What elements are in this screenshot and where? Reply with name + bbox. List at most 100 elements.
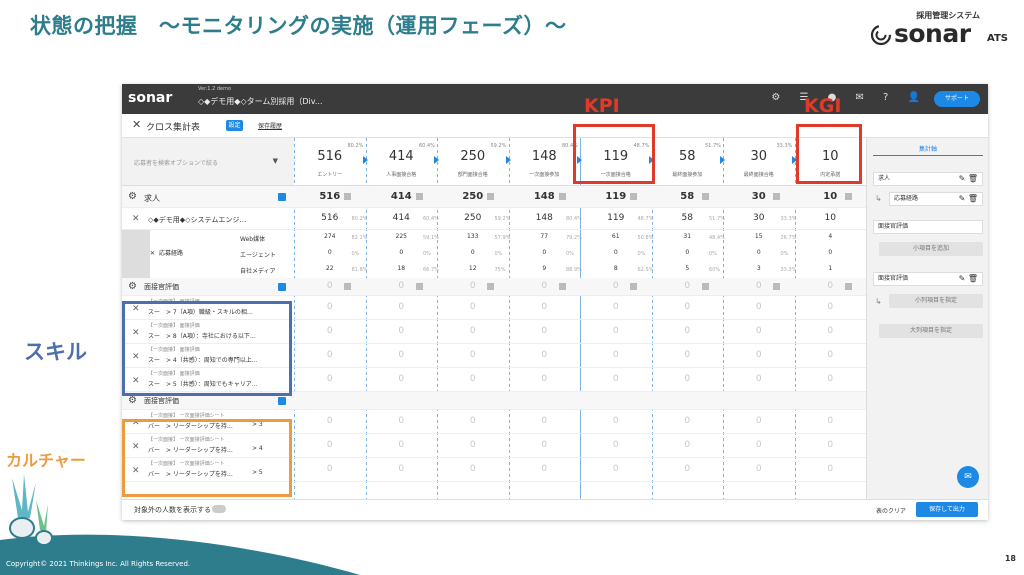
- stage-count[interactable]: 58: [652, 149, 724, 164]
- table-cell[interactable]: 0: [652, 440, 724, 450]
- cell-menu-icon[interactable]: [701, 283, 709, 290]
- table-cell[interactable]: 0: [723, 326, 795, 336]
- table-cell[interactable]: 0: [723, 350, 795, 360]
- table-cell[interactable]: 0: [366, 326, 438, 336]
- section-toggle-icon[interactable]: [278, 193, 286, 201]
- table-cell[interactable]: 516: [294, 191, 366, 202]
- table-cell[interactable]: 10: [795, 213, 867, 223]
- table-cell[interactable]: 0: [795, 350, 867, 360]
- section-toggle-icon[interactable]: [278, 397, 286, 405]
- table-cell[interactable]: 0: [294, 350, 366, 360]
- job-name[interactable]: ◇◆デモ用◆◇システムエンジ…: [148, 215, 246, 225]
- table-cell[interactable]: 0: [509, 350, 581, 360]
- support-button[interactable]: サポート: [934, 91, 980, 107]
- edit-delete-icon[interactable]: ✎ 🗑: [959, 173, 978, 185]
- table-cell[interactable]: 0: [580, 281, 652, 291]
- table-cell[interactable]: 0: [652, 350, 724, 360]
- table-cell[interactable]: 0: [437, 416, 509, 426]
- cell-menu-icon[interactable]: [844, 193, 852, 200]
- table-cell[interactable]: 0: [509, 416, 581, 426]
- table-cell[interactable]: 4: [795, 233, 867, 240]
- table-cell[interactable]: 10: [795, 191, 867, 202]
- cell-menu-icon[interactable]: [415, 193, 423, 200]
- table-cell[interactable]: 0: [652, 416, 724, 426]
- remove-icon[interactable]: ✕: [132, 214, 140, 224]
- cell-menu-icon[interactable]: [558, 193, 566, 200]
- table-cell[interactable]: 0: [795, 281, 867, 291]
- cell-menu-icon[interactable]: [844, 283, 852, 290]
- filter-select[interactable]: 応募者を検索オプションで絞る ▼: [122, 138, 294, 186]
- table-cell[interactable]: 0: [580, 374, 652, 384]
- table-cell[interactable]: 0: [294, 374, 366, 384]
- cell-menu-icon[interactable]: [773, 193, 780, 200]
- table-cell[interactable]: 0: [437, 302, 509, 312]
- section-toggle-icon[interactable]: [278, 283, 286, 291]
- cell-menu-icon[interactable]: [344, 193, 351, 200]
- table-cell[interactable]: 0: [509, 440, 581, 450]
- table-cell[interactable]: 0: [294, 416, 366, 426]
- table-cell[interactable]: 0: [580, 440, 652, 450]
- table-cell[interactable]: 0: [723, 416, 795, 426]
- table-cell[interactable]: 0: [437, 440, 509, 450]
- table-cell[interactable]: 0: [580, 416, 652, 426]
- table-cell[interactable]: 58: [652, 191, 724, 202]
- table-cell[interactable]: 0: [294, 302, 366, 312]
- table-cell[interactable]: 0: [509, 302, 581, 312]
- axis-box-interviewer-2[interactable]: 面接官評価 ✎ 🗑: [873, 272, 983, 286]
- axis-box-job[interactable]: 求人 ✎ 🗑: [873, 172, 983, 186]
- table-cell[interactable]: 0: [723, 302, 795, 312]
- table-cell[interactable]: 0: [366, 374, 438, 384]
- table-cell[interactable]: 0: [795, 416, 867, 426]
- settings-button[interactable]: 設定: [226, 120, 243, 131]
- app-logo[interactable]: sonar: [128, 90, 172, 106]
- stage-count[interactable]: 414: [366, 149, 438, 164]
- add-col-button[interactable]: 小列項目を指定: [889, 294, 983, 308]
- cell-menu-icon[interactable]: [487, 193, 494, 200]
- table-cell[interactable]: 0: [366, 416, 438, 426]
- table-cell[interactable]: 0: [509, 281, 581, 291]
- table-cell[interactable]: 0: [437, 281, 509, 291]
- stage-count[interactable]: 516: [294, 149, 366, 164]
- table-cell[interactable]: 0: [652, 374, 724, 384]
- table-cell[interactable]: 0: [723, 464, 795, 474]
- table-cell[interactable]: 0: [437, 464, 509, 474]
- cell-menu-icon[interactable]: [701, 193, 709, 200]
- table-cell[interactable]: 0: [652, 464, 724, 474]
- cell-menu-icon[interactable]: [487, 283, 494, 290]
- table-cell[interactable]: 0: [294, 281, 366, 291]
- table-cell[interactable]: 0: [366, 350, 438, 360]
- table-cell[interactable]: 0: [580, 464, 652, 474]
- edit-delete-icon[interactable]: ✎ 🗑: [959, 193, 978, 205]
- table-cell[interactable]: 0: [795, 249, 867, 256]
- table-cell[interactable]: 30: [723, 191, 795, 202]
- breadcrumb[interactable]: ◇◆デモ用◆◇ターム別採用（Div...: [198, 96, 323, 107]
- table-cell[interactable]: 0: [652, 302, 724, 312]
- axis-box-interviewer[interactable]: 面接官評価: [873, 220, 983, 234]
- table-cell[interactable]: 0: [580, 350, 652, 360]
- table-cell[interactable]: 0: [294, 440, 366, 450]
- cell-menu-icon[interactable]: [630, 283, 637, 290]
- table-cell[interactable]: 0: [580, 326, 652, 336]
- table-cell[interactable]: 0: [294, 464, 366, 474]
- header-icons[interactable]: ⚙ ☰ ● ✉ ? 👤: [771, 92, 928, 103]
- cell-menu-icon[interactable]: [558, 283, 566, 290]
- gear-icon[interactable]: ⚙: [128, 395, 137, 406]
- chat-icon[interactable]: ✉: [957, 466, 979, 488]
- table-cell[interactable]: 0: [366, 464, 438, 474]
- table-cell[interactable]: 148: [509, 191, 581, 202]
- table-cell[interactable]: 0: [437, 350, 509, 360]
- table-cell[interactable]: 0: [795, 326, 867, 336]
- add-row-button[interactable]: 小項目を追加: [879, 242, 983, 256]
- cell-menu-icon[interactable]: [344, 283, 351, 290]
- table-cell[interactable]: 0: [509, 464, 581, 474]
- table-cell[interactable]: 0: [580, 302, 652, 312]
- table-cell[interactable]: 250: [437, 191, 509, 202]
- stage-count[interactable]: 148: [509, 149, 581, 164]
- table-cell[interactable]: 0: [366, 440, 438, 450]
- table-cell[interactable]: 0: [366, 281, 438, 291]
- table-cell[interactable]: 0: [795, 464, 867, 474]
- table-cell[interactable]: 414: [366, 191, 438, 202]
- table-cell[interactable]: 119: [580, 191, 652, 202]
- edit-delete-icon[interactable]: ✎ 🗑: [959, 273, 978, 285]
- table-cell[interactable]: 0: [795, 374, 867, 384]
